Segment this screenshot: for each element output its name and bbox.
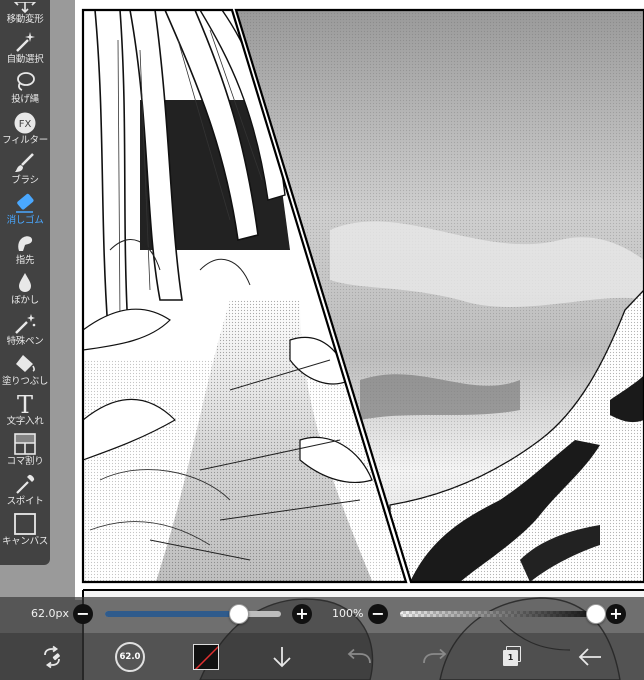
manga-artwork	[0, 0, 644, 680]
tool-label: コマ割り	[6, 456, 44, 468]
tool-label: キャンバス	[1, 536, 48, 548]
brush-size-value: 62.0px	[31, 607, 69, 620]
tool-label: ブラシ	[11, 174, 39, 186]
tool-move[interactable]: 移動変形	[0, 0, 50, 28]
tool-label: 特殊ペン	[6, 335, 44, 347]
fx-icon: FX	[12, 111, 38, 135]
brush-size-slider-fill	[105, 611, 239, 617]
brush-icon	[12, 151, 38, 175]
canvas-icon	[12, 512, 38, 536]
minus-icon: −	[371, 604, 385, 623]
fill-bucket-icon	[12, 352, 38, 376]
tool-blur[interactable]: ぼかし	[0, 269, 50, 309]
tool-fill[interactable]: 塗りつぶし	[0, 350, 50, 390]
tool-canvas[interactable]: キャンバス	[0, 510, 50, 550]
tool-filter[interactable]: FX フィルター	[0, 108, 50, 148]
layers-icon: 1	[501, 645, 523, 668]
download-arrow-icon	[273, 646, 291, 667]
tool-frame[interactable]: コマ割り	[0, 430, 50, 470]
color-swatch-slash	[194, 645, 218, 669]
redo-icon	[423, 648, 447, 663]
svg-text:T: T	[17, 392, 33, 416]
finger-icon	[12, 231, 38, 255]
opacity-value: 100%	[332, 607, 364, 620]
tool-label: ぼかし	[11, 295, 39, 307]
tool-text[interactable]: T 文字入れ	[0, 390, 50, 430]
tool-finger[interactable]: 指先	[0, 229, 50, 269]
svg-text:FX: FX	[19, 119, 32, 130]
text-icon: T	[12, 392, 38, 416]
lasso-icon	[12, 70, 38, 94]
brush-slider-bar: 62.0px − + 100% − +	[0, 597, 644, 633]
layers-button[interactable]: 1	[496, 633, 528, 680]
opacity-slider[interactable]	[400, 611, 596, 617]
tool-label: 投げ縄	[11, 94, 39, 106]
download-button[interactable]	[266, 633, 298, 680]
brush-size-slider-handle[interactable]	[228, 604, 249, 624]
swap-tool-button[interactable]	[32, 633, 72, 680]
brush-size-button[interactable]: 62.0	[112, 633, 148, 680]
tool-label: 消しゴム	[6, 214, 44, 226]
magic-wand-icon	[12, 30, 38, 54]
swap-tool-icon	[44, 645, 60, 668]
tool-lasso[interactable]: 投げ縄	[0, 68, 50, 108]
bottom-toolbar: 62.0 1	[0, 633, 644, 680]
brush-size-increase-button[interactable]: +	[292, 604, 312, 624]
minus-icon: −	[76, 604, 90, 623]
opacity-slider-handle[interactable]	[586, 604, 606, 624]
layer-count: 1	[507, 653, 514, 662]
redo-button[interactable]	[418, 633, 452, 680]
drawing-canvas[interactable]	[0, 0, 644, 680]
tool-brush[interactable]: ブラシ	[0, 149, 50, 189]
color-button[interactable]	[190, 633, 222, 680]
back-arrow-icon	[578, 647, 601, 666]
eraser-icon	[12, 191, 38, 215]
brush-size-preview-label: 62.0	[119, 651, 141, 662]
tool-label: 文字入れ	[6, 415, 44, 427]
undo-icon	[347, 648, 371, 663]
eyedropper-icon	[12, 472, 38, 496]
undo-button[interactable]	[342, 633, 376, 680]
tool-sidebar: 移動変形自動選択投げ縄 FX フィルターブラシ消しゴム指先ぼかし特殊ペン塗りつぶし T…	[0, 0, 50, 565]
opacity-increase-button[interactable]: +	[606, 604, 626, 624]
brush-size-slider[interactable]	[105, 611, 281, 617]
tool-eyedropper[interactable]: スポイト	[0, 470, 50, 510]
tool-label: フィルター	[2, 134, 48, 146]
tool-special-pen[interactable]: 特殊ペン	[0, 309, 50, 349]
tool-label: スポイト	[6, 496, 44, 508]
brush-size-icon: 62.0	[115, 641, 145, 672]
opacity-slider-fill	[400, 611, 596, 617]
brush-size-decrease-button[interactable]: −	[73, 604, 93, 624]
sparkle-pen-icon	[12, 312, 38, 336]
back-button[interactable]	[572, 633, 608, 680]
frame-divider-icon	[12, 432, 38, 456]
tool-eraser[interactable]: 消しゴム	[0, 189, 50, 229]
tool-label: 自動選択	[6, 54, 44, 66]
color-swatch-icon	[193, 643, 219, 670]
droplet-icon	[12, 271, 38, 295]
move-arrows-icon	[12, 2, 38, 14]
plus-icon: +	[609, 604, 623, 623]
plus-icon: +	[295, 604, 309, 623]
tool-label: 指先	[15, 255, 35, 267]
tool-auto-select[interactable]: 自動選択	[0, 28, 50, 68]
opacity-decrease-button[interactable]: −	[368, 604, 388, 624]
tool-label: 塗りつぶし	[1, 375, 49, 387]
tool-label: 移動変形	[6, 14, 44, 25]
